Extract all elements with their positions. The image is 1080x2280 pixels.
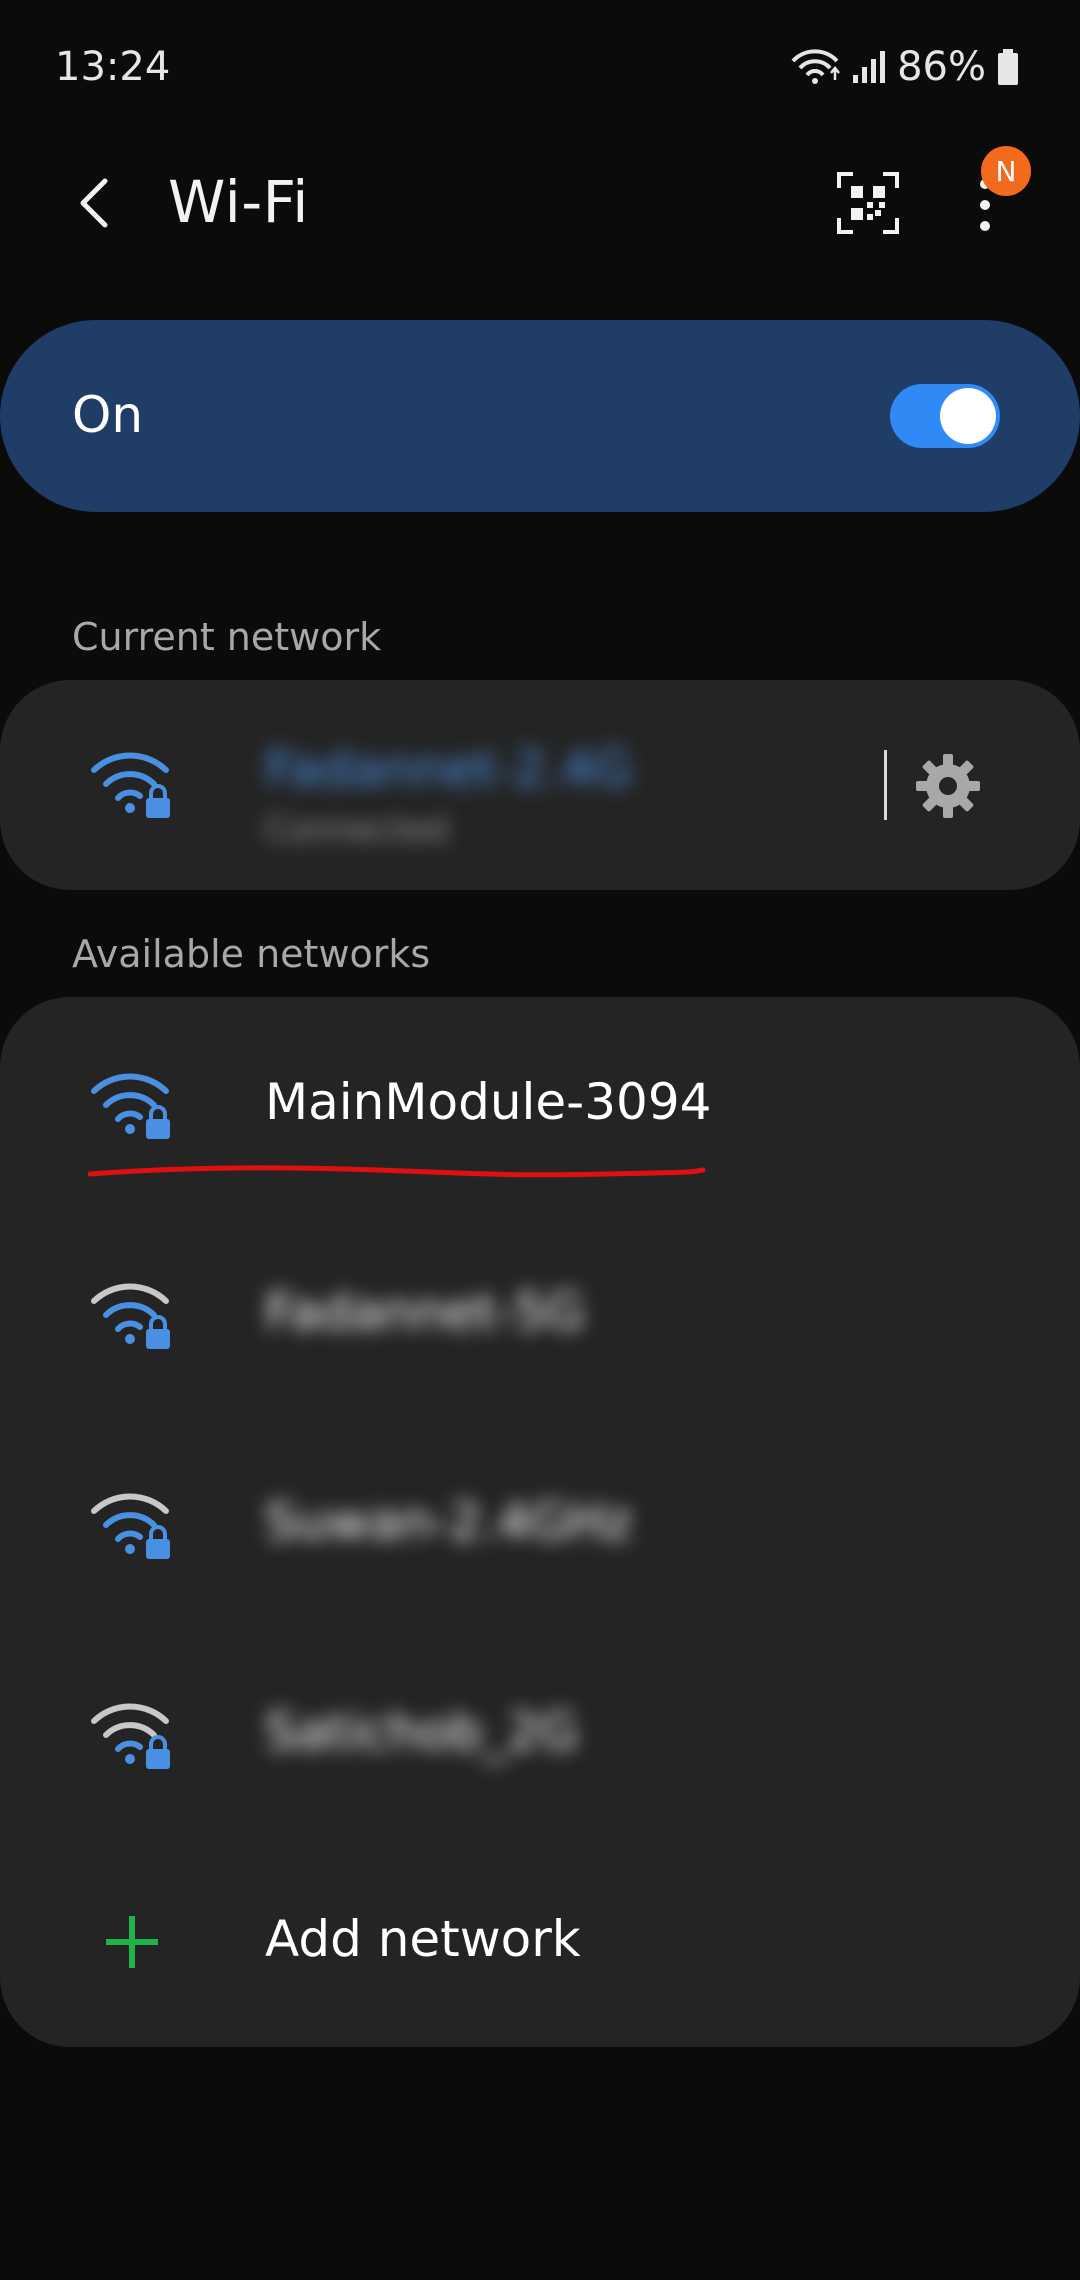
battery-icon — [996, 47, 1020, 87]
network-name: Satichob_2G — [265, 1703, 578, 1761]
status-time: 13:24 — [55, 44, 171, 90]
battery-percent: 86% — [897, 44, 986, 90]
switch-knob — [940, 388, 996, 444]
wifi-data-icon — [789, 47, 841, 87]
vertical-divider — [884, 750, 887, 820]
notification-badge: N — [981, 146, 1031, 196]
network-row[interactable]: Suwan-2.4GHz — [0, 1417, 1080, 1627]
qr-code-icon — [837, 172, 899, 234]
wifi-lock-icon — [91, 1493, 170, 1559]
network-row[interactable]: Fadannet-5G — [0, 1207, 1080, 1417]
signal-icon — [851, 49, 887, 85]
current-network-status: Connected — [265, 810, 449, 850]
plus-icon — [106, 1916, 158, 1968]
network-name: Fadannet-5G — [265, 1283, 585, 1341]
current-network-heading: Current network — [72, 615, 382, 659]
back-button[interactable] — [60, 168, 130, 238]
annotation-underline — [88, 1165, 706, 1178]
network-settings-button[interactable] — [914, 752, 982, 820]
network-name: MainModule-3094 — [265, 1073, 712, 1131]
current-network-card: Fadannet-2.4G Connected — [0, 680, 1080, 890]
wifi-toggle-label: On — [72, 386, 144, 444]
network-row[interactable]: Satichob_2G — [0, 1627, 1080, 1837]
wifi-lock-icon — [91, 1073, 170, 1139]
available-networks-heading: Available networks — [72, 932, 431, 976]
network-name: Suwan-2.4GHz — [265, 1493, 632, 1551]
wifi-lock-icon — [91, 1283, 170, 1349]
qr-code-button[interactable] — [835, 170, 901, 236]
app-bar: Wi-Fi — [0, 150, 1080, 260]
wifi-toggle-card[interactable]: On — [0, 320, 1080, 512]
page-title: Wi-Fi — [168, 168, 309, 236]
current-network-name: Fadannet-2.4G — [265, 740, 633, 798]
wifi-lock-icon — [91, 752, 170, 818]
wifi-lock-icon — [91, 1703, 170, 1769]
status-icons: 86% — [789, 44, 1020, 90]
current-network-row[interactable]: Fadannet-2.4G Connected — [0, 680, 1080, 890]
wifi-switch[interactable] — [890, 384, 1000, 448]
status-bar: 13:24 86% — [0, 0, 1080, 140]
add-network-label: Add network — [265, 1910, 581, 1968]
gear-icon — [916, 754, 980, 818]
back-arrow-icon — [80, 178, 108, 228]
